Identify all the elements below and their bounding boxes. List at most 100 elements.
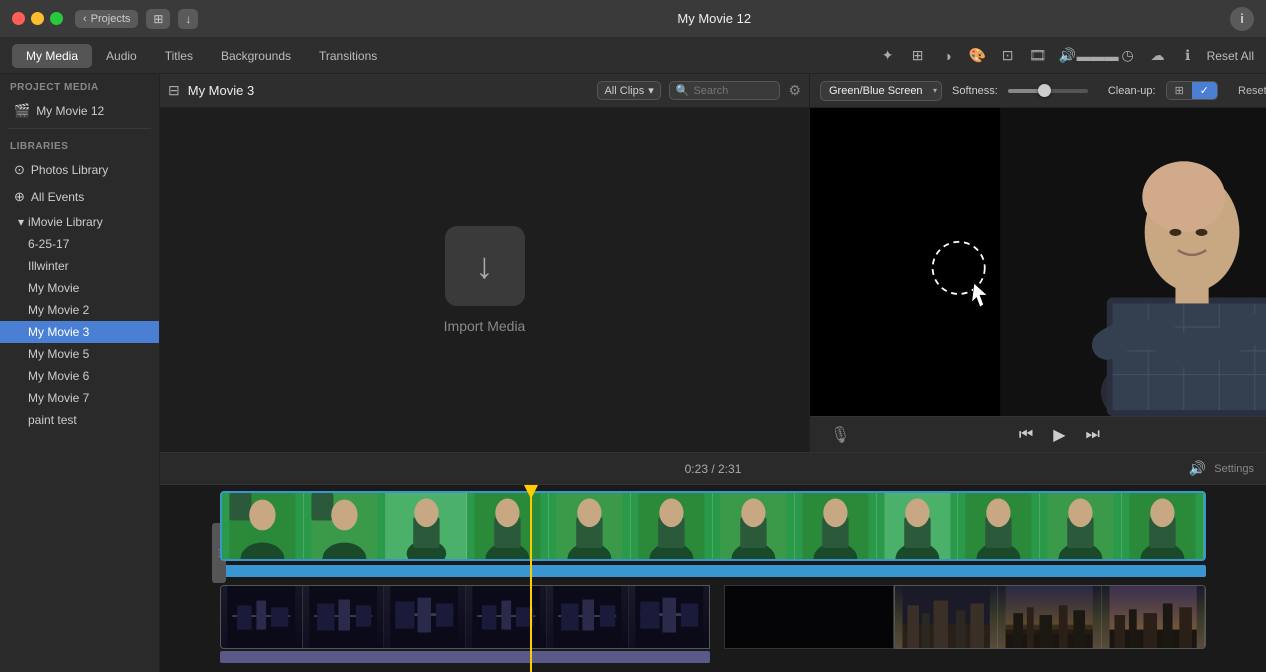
sidebar: Project Media 🎬 My Movie 12 Libraries ⊙ …	[0, 74, 160, 672]
sidebar-item-my-movie[interactable]: My Movie	[0, 277, 159, 299]
close-button[interactable]	[12, 12, 25, 25]
child-label-5: My Movie 5	[28, 347, 89, 361]
project-media-label: Project Media	[0, 74, 159, 97]
half-circle-icon[interactable]: ◑	[937, 45, 959, 67]
reset-all-button[interactable]: Reset All	[1207, 49, 1254, 63]
sidebar-item-my-movie-3[interactable]: My Movie 3	[0, 321, 159, 343]
sci-fi-thumb-4	[466, 586, 548, 648]
child-label-2: My Movie	[28, 281, 79, 295]
maximize-button[interactable]	[50, 12, 63, 25]
track-secondary-left	[220, 585, 710, 649]
sidebar-item-imovie-library[interactable]: ▾ iMovie Library	[0, 211, 159, 233]
content-area: ⊟ My Movie 3 All Clips ▾ 🔍 ⚙ ↓ Import Me…	[160, 74, 1266, 672]
download-button[interactable]: ↓	[178, 9, 198, 29]
sidebar-item-my-movie-7[interactable]: My Movie 7	[0, 387, 159, 409]
browser-header: ⊟ My Movie 3 All Clips ▾ 🔍 ⚙	[160, 74, 809, 108]
total-time: 2:31	[718, 462, 741, 476]
back-label: Projects	[91, 13, 131, 25]
crop-icon[interactable]: ⊡	[997, 45, 1019, 67]
traffic-lights	[12, 12, 63, 25]
thumb-8	[795, 493, 877, 559]
softness-knob[interactable]	[1038, 84, 1051, 97]
search-box[interactable]: 🔍	[669, 81, 781, 100]
timeline-area: 0:23 / 2:31 🔊 Settings ⋮	[160, 452, 1266, 672]
clips-selector-arrow: ▾	[648, 84, 654, 97]
filter-select-wrapper[interactable]: Green/Blue Screen ▾	[820, 81, 942, 101]
cleanup-check-button[interactable]: ✓	[1192, 82, 1217, 99]
skip-forward-button[interactable]: ⏭	[1086, 426, 1100, 444]
thumb-12	[1122, 493, 1204, 559]
cloud-icon[interactable]: ☁	[1147, 45, 1169, 67]
cleanup-label: Clean-up:	[1108, 85, 1156, 97]
titlebar-left: ‹ Projects ⊞ ↓	[12, 9, 198, 29]
chevron-left-icon: ‹	[83, 13, 87, 25]
sci-fi-thumb-2	[303, 586, 385, 648]
tab-titles[interactable]: Titles	[151, 44, 207, 68]
import-media-button[interactable]: ↓	[445, 226, 525, 306]
softness-slider[interactable]	[1008, 89, 1088, 93]
track-audio-main	[220, 565, 1206, 577]
skip-back-button[interactable]: ⏮	[1019, 426, 1033, 444]
magic-wand-icon[interactable]: ✦	[877, 45, 899, 67]
filter-select[interactable]: Green/Blue Screen	[820, 81, 942, 101]
child-label-0: 6-25-17	[28, 237, 69, 251]
city-thumb-2	[998, 586, 1101, 648]
bars-icon[interactable]: ▬▬▬	[1087, 45, 1109, 67]
tab-backgrounds[interactable]: Backgrounds	[207, 44, 305, 68]
sidebar-item-my-movie-2[interactable]: My Movie 2	[0, 299, 159, 321]
thumb-11	[1040, 493, 1122, 559]
thumb-7	[713, 493, 795, 559]
sidebar-toggle-button[interactable]: ⊟	[168, 82, 180, 99]
titlebar-right: i	[1230, 7, 1254, 31]
photos-icon: ⊙	[14, 162, 25, 178]
clips-selector[interactable]: All Clips ▾	[597, 81, 660, 100]
thumb-4	[467, 493, 549, 559]
grid-view-button[interactable]: ⊞	[146, 9, 170, 29]
sidebar-item-all-events[interactable]: ⊕ All Events	[4, 184, 155, 210]
sidebar-item-illwinter[interactable]: Illwinter	[0, 255, 159, 277]
import-media-label: Import Media	[444, 318, 526, 334]
sidebar-item-my-movie-5[interactable]: My Movie 5	[0, 343, 159, 365]
settings-label[interactable]: Settings	[1214, 463, 1254, 475]
film-icon: 🎬	[14, 103, 30, 119]
microphone-button[interactable]: 🎙	[830, 425, 850, 445]
cleanup-buttons: ⊞ ✓	[1166, 81, 1218, 100]
cleanup-grid-button[interactable]: ⊞	[1167, 82, 1192, 99]
camera-icon[interactable]: 🎞	[1027, 45, 1049, 67]
volume-icon[interactable]: 🔊	[1189, 460, 1206, 477]
browser: ⊟ My Movie 3 All Clips ▾ 🔍 ⚙ ↓ Import Me…	[160, 74, 810, 452]
track-black-segment	[724, 585, 894, 649]
grid-icon[interactable]: ⊞	[907, 45, 929, 67]
tab-transitions[interactable]: Transitions	[305, 44, 391, 68]
imovie-library-label: iMovie Library	[28, 215, 103, 229]
reset-button[interactable]: Reset	[1238, 85, 1266, 97]
clock-icon[interactable]: ◷	[1117, 45, 1139, 67]
tab-audio[interactable]: Audio	[92, 44, 151, 68]
triangle-icon: ▾	[18, 215, 24, 229]
info-icon[interactable]: ℹ	[1177, 45, 1199, 67]
softness-label: Softness:	[952, 85, 998, 97]
track-city-segment	[894, 585, 1206, 649]
tab-my-media[interactable]: My Media	[12, 44, 92, 68]
back-projects-button[interactable]: ‹ Projects	[75, 10, 138, 28]
sidebar-item-paint-test[interactable]: paint test	[0, 409, 159, 431]
info-button[interactable]: i	[1230, 7, 1254, 31]
tabbar: My Media Audio Titles Backgrounds Transi…	[0, 38, 1266, 74]
sidebar-item-6-25-17[interactable]: 6-25-17	[0, 233, 159, 255]
timecode: 0:23 / 2:31	[685, 462, 742, 476]
audio-icon[interactable]: 🔊	[1057, 45, 1079, 67]
sidebar-item-my-movie-6[interactable]: My Movie 6	[0, 365, 159, 387]
search-input[interactable]	[693, 85, 773, 97]
preview-panel: Green/Blue Screen ▾ Softness: Clean-up: …	[810, 74, 1266, 452]
secondary-tracks	[220, 585, 1206, 649]
city-thumb-1	[895, 586, 998, 648]
thumb-5	[549, 493, 631, 559]
softness-track	[1008, 89, 1088, 93]
sidebar-item-photos[interactable]: ⊙ Photos Library	[4, 157, 155, 183]
browser-settings-button[interactable]: ⚙	[788, 82, 801, 99]
city-thumb-3	[1102, 586, 1205, 648]
minimize-button[interactable]	[31, 12, 44, 25]
play-pause-button[interactable]: ▶	[1053, 425, 1065, 445]
color-icon[interactable]: 🎨	[967, 45, 989, 67]
sidebar-item-project[interactable]: 🎬 My Movie 12	[4, 98, 155, 124]
